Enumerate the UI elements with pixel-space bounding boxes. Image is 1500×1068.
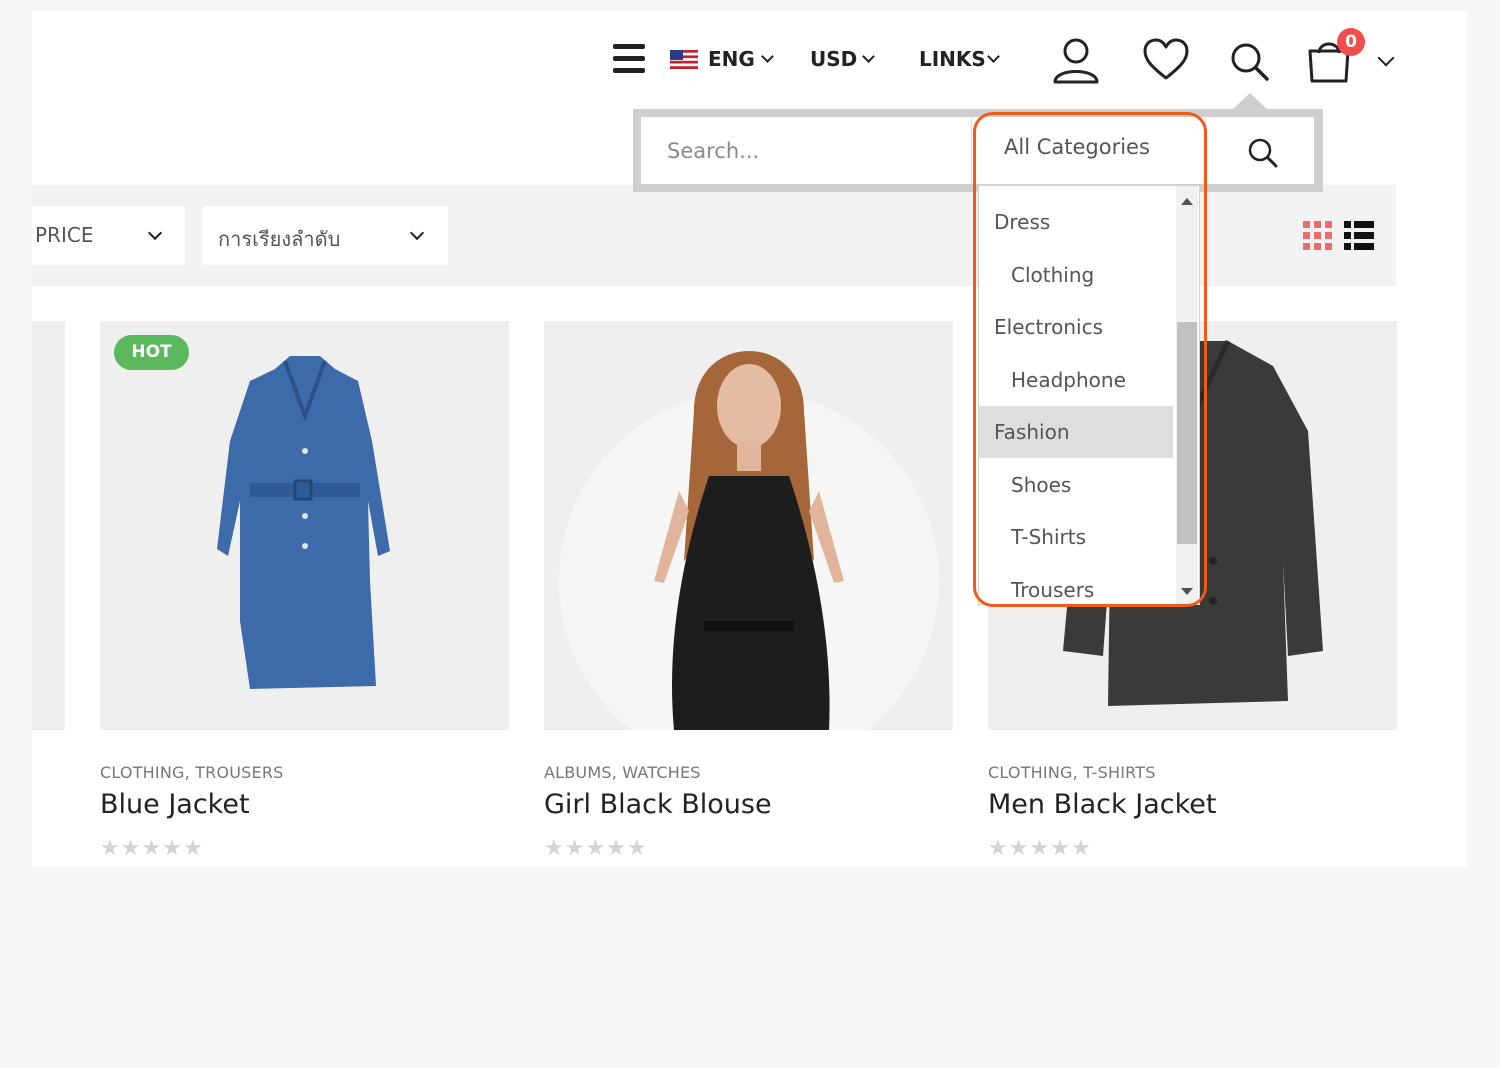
category-option-fashion[interactable]: Fashion [979, 406, 1173, 458]
currency-selector[interactable]: USD [810, 46, 880, 74]
scroll-up-arrow-icon[interactable] [1181, 198, 1193, 205]
partial-product-edge [32, 321, 65, 730]
links-label: LINKS [919, 47, 986, 71]
search-icon[interactable] [1230, 42, 1270, 82]
category-option-label: Trousers [1011, 578, 1095, 602]
product-title[interactable]: Men Black Jacket [988, 789, 1216, 820]
category-option-dress[interactable]: Dress [979, 196, 1173, 248]
search-input[interactable] [641, 117, 971, 184]
grid-view-icon[interactable] [1303, 221, 1333, 251]
cart-count: 0 [1345, 32, 1357, 52]
scroll-down-arrow-icon[interactable] [1181, 588, 1193, 595]
sort-order-label: การเรียงลำดับ [218, 227, 341, 251]
category-option-trousers[interactable]: Trousers [979, 564, 1173, 604]
category-option-label: Electronics [994, 315, 1104, 339]
dropdown-scrollbar-thumb[interactable] [1177, 322, 1197, 544]
sort-order-select[interactable]: การเรียงลำดับ [203, 206, 448, 265]
hot-badge: HOT [114, 335, 189, 370]
category-dropdown-list[interactable]: Dress Clothing Electronics Headphone Fas… [978, 185, 1200, 605]
category-option-label: Headphone [1011, 368, 1126, 392]
woman-black-dress-image [559, 351, 939, 730]
price-filter-label: PRICE [35, 223, 94, 247]
hamburger-menu-icon[interactable] [613, 44, 645, 74]
product-title[interactable]: Girl Black Blouse [544, 789, 772, 820]
star-rating: ★★★★★ [544, 836, 648, 861]
product-categories[interactable]: CLOTHING, TROUSERS [100, 763, 284, 782]
links-menu[interactable]: LINKS [919, 46, 1004, 74]
category-option-headphone[interactable]: Headphone [979, 354, 1173, 406]
chevron-down-icon [987, 50, 1000, 63]
language-label: ENG [708, 47, 755, 71]
currency-label: USD [810, 47, 858, 71]
price-filter-select[interactable]: PRICE [32, 206, 185, 265]
chevron-down-icon [862, 50, 875, 63]
category-option-label: Dress [994, 210, 1051, 234]
product-categories[interactable]: ALBUMS, WATCHES [544, 763, 701, 782]
product-categories[interactable]: CLOTHING, T-SHIRTS [988, 763, 1156, 782]
blue-coat-image [217, 356, 390, 689]
category-option-clothing[interactable]: Clothing [979, 249, 1173, 301]
divider [971, 117, 972, 184]
star-rating: ★★★★★ [100, 836, 204, 861]
product-image-blue-jacket[interactable] [100, 321, 509, 730]
category-option-electronics[interactable]: Electronics [979, 301, 1173, 353]
search-popup-arrow [1232, 93, 1268, 110]
category-select[interactable]: All Categories [1004, 135, 1150, 159]
category-option-shoes[interactable]: Shoes [979, 459, 1173, 511]
us-flag-icon [670, 50, 698, 69]
chevron-down-icon [761, 50, 774, 63]
chevron-down-icon [147, 225, 163, 241]
chevron-down-icon [409, 225, 425, 241]
category-option-t-shirts[interactable]: T-Shirts [979, 511, 1173, 563]
language-selector[interactable]: ENG [670, 46, 780, 74]
hot-badge-label: HOT [131, 342, 172, 362]
category-option-label: Clothing [1011, 263, 1095, 287]
user-account-icon[interactable] [1052, 36, 1100, 84]
category-option-label: T-Shirts [1011, 525, 1087, 549]
cart-count-badge: 0 [1337, 28, 1365, 56]
wishlist-heart-icon[interactable] [1142, 38, 1190, 82]
product-image-girl-black-blouse[interactable] [544, 321, 953, 730]
divider [1205, 117, 1206, 184]
star-rating: ★★★★★ [988, 836, 1092, 861]
category-option-label: Fashion [994, 420, 1070, 444]
category-option-label: Shoes [1011, 473, 1072, 497]
product-title[interactable]: Blue Jacket [100, 789, 250, 820]
search-submit-icon[interactable] [1247, 137, 1279, 169]
list-view-icon[interactable] [1344, 221, 1374, 251]
